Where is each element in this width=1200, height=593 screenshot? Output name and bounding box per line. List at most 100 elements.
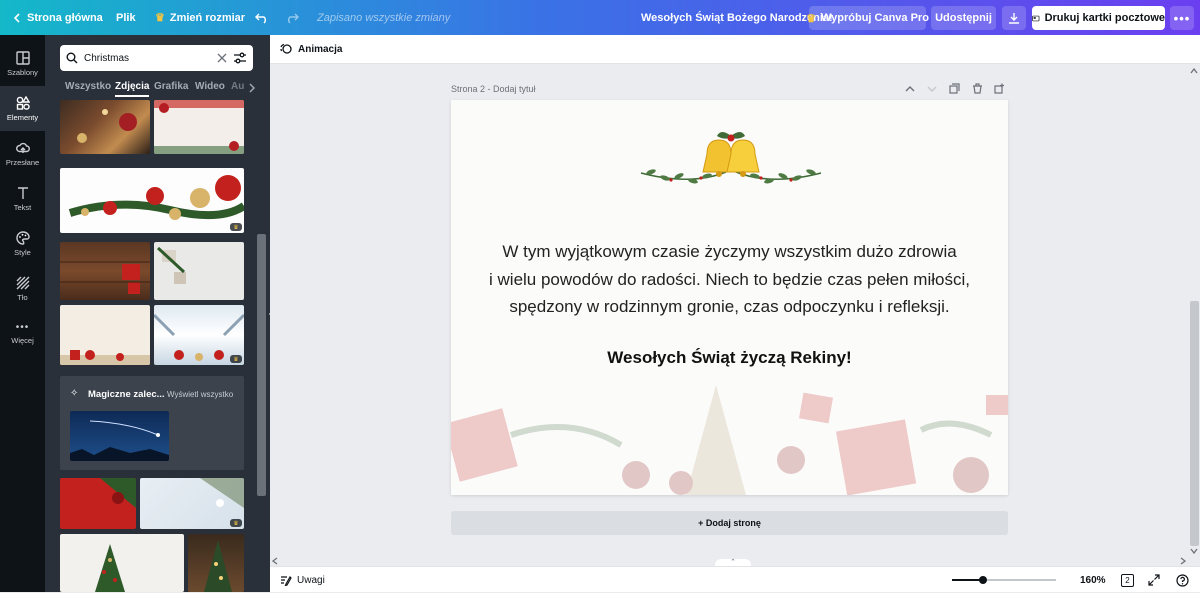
photo-thumbnail[interactable]	[154, 242, 244, 300]
tab-video[interactable]: Wideo	[195, 81, 225, 92]
filter-icon[interactable]	[233, 52, 247, 64]
more-dots-icon: •••	[1173, 10, 1191, 26]
download-button[interactable]	[1002, 6, 1026, 30]
top-toolbar: Strona główna Plik ♛ Zmień rozmiar Zapis…	[0, 0, 1200, 35]
photo-thumbnail[interactable]	[154, 100, 244, 154]
bottom-toolbar: Uwagi 160% 2	[270, 566, 1200, 592]
tab-graphics[interactable]: Grafika	[154, 81, 188, 92]
search-input[interactable]: Christmas	[84, 53, 211, 64]
help-button[interactable]	[1176, 567, 1189, 593]
expand-icon	[1148, 574, 1160, 586]
animation-icon	[280, 43, 292, 54]
tab-all[interactable]: Wszystko	[65, 81, 111, 92]
rail-label: Style	[14, 247, 31, 257]
undo-button[interactable]	[255, 0, 269, 35]
message-line: W tym wyjątkowym czasie życzymy wszystki…	[502, 242, 957, 261]
view-all-link[interactable]: Wyświetl wszystko	[167, 390, 233, 399]
print-postcards-button[interactable]: Drukuj kartki pocztowe	[1032, 6, 1165, 30]
editor-canvas: Animacja Strona 2 - Dodaj tytuł W tym wy…	[270, 35, 1200, 592]
elements-panel: Christmas Wszystko Zdjęcia Grafika Wideo…	[45, 35, 270, 592]
templates-icon	[15, 50, 30, 65]
scrollbar-thumb[interactable]	[1190, 301, 1199, 546]
tab-photos[interactable]: Zdjęcia	[115, 81, 150, 97]
magic-sparkle-icon: ✧	[70, 388, 79, 399]
signature-text[interactable]: Wesołych Świąt życzą Rekiny!	[451, 348, 1008, 368]
photo-thumbnail[interactable]	[60, 305, 150, 365]
more-options-button[interactable]: •••	[1170, 6, 1194, 30]
scroll-down-icon[interactable]	[1190, 548, 1198, 554]
duplicate-page-icon[interactable]	[949, 83, 960, 94]
chevron-right-icon[interactable]	[248, 83, 256, 93]
zoom-level[interactable]: 160%	[1080, 567, 1106, 593]
chevron-up-icon[interactable]	[905, 85, 915, 93]
crown-icon: ♛	[806, 12, 816, 25]
undo-icon	[255, 13, 266, 24]
search-box[interactable]: Christmas	[60, 45, 253, 71]
scroll-left-icon[interactable]	[272, 557, 278, 565]
add-page-icon[interactable]	[994, 83, 1005, 94]
rail-label: Tekst	[13, 202, 32, 212]
rail-item-elements[interactable]: Elementy	[0, 86, 45, 131]
photo-content	[68, 175, 244, 220]
elements-icon	[16, 95, 30, 110]
design-page[interactable]: W tym wyjątkowym czasie życzymy wszystki…	[451, 100, 1008, 495]
photo-thumbnail[interactable]: ♛	[140, 478, 244, 529]
rail-item-more[interactable]: ••• Więcej	[0, 311, 45, 356]
save-status: Zapisano wszystkie zmiany	[317, 11, 451, 24]
magic-recommendations: ✧ Magiczne zalec... Wyświetl wszystko	[60, 376, 244, 470]
rail-item-templates[interactable]: Szablony	[0, 41, 45, 86]
canvas-scrollbar[interactable]	[1188, 66, 1200, 556]
rail-label: Elementy	[6, 112, 39, 122]
photo-content	[60, 261, 150, 294]
rail-item-styles[interactable]: Style	[0, 221, 45, 266]
add-page-button[interactable]: + Dodaj stronę	[451, 511, 1008, 535]
magic-title: Magiczne zalec...	[88, 389, 165, 400]
rail-item-uploads[interactable]: Przesłane	[0, 131, 45, 176]
photo-thumbnail[interactable]	[188, 534, 244, 592]
rail-item-background[interactable]: Tło	[0, 266, 45, 311]
photo-thumbnail[interactable]	[60, 100, 150, 154]
rail-label: Tło	[17, 292, 28, 302]
text-icon	[17, 186, 28, 199]
panel-scrollbar[interactable]	[257, 234, 266, 496]
trash-icon[interactable]	[972, 83, 983, 94]
photo-thumbnail[interactable]	[60, 534, 184, 592]
animation-button[interactable]: Animacja	[298, 44, 342, 55]
photo-content	[100, 478, 136, 508]
fullscreen-button[interactable]	[1148, 567, 1160, 593]
photo-content	[204, 540, 232, 592]
resize-button[interactable]: ♛ Zmień rozmiar	[155, 0, 245, 35]
page-count-button[interactable]: 2	[1121, 567, 1134, 593]
scroll-right-icon[interactable]	[1180, 557, 1186, 565]
photo-thumbnail[interactable]: ♛	[154, 305, 244, 365]
chevron-down-icon[interactable]	[927, 85, 937, 93]
redo-button[interactable]	[285, 0, 299, 35]
share-button[interactable]: Udostępnij	[931, 6, 996, 30]
try-pro-button[interactable]: ♛ Wypróbuj Canva Pro	[806, 6, 929, 30]
file-menu-button[interactable]: Plik	[116, 0, 136, 35]
christmas-bells-decoration[interactable]	[631, 128, 831, 198]
zoom-slider-knob[interactable]	[979, 576, 988, 584]
notes-button[interactable]: Uwagi	[280, 567, 325, 593]
scroll-up-icon[interactable]	[1190, 68, 1198, 74]
photo-content	[200, 478, 244, 508]
design-title[interactable]: Wesołych Świąt Bożego Narodzenia!	[641, 0, 833, 35]
greeting-message[interactable]: W tym wyjątkowym czasie życzymy wszystki…	[451, 238, 1008, 321]
share-label: Udostępnij	[935, 12, 992, 24]
photo-thumbnail[interactable]	[60, 242, 150, 300]
photo-content	[154, 100, 244, 154]
page-title[interactable]: Strona 2 - Dodaj tytuł	[451, 84, 536, 94]
photo-thumbnail[interactable]: ♛	[60, 168, 244, 233]
print-label: Drukuj kartki pocztowe	[1044, 12, 1165, 24]
crown-icon: ♛	[155, 12, 165, 24]
photo-thumbnail[interactable]	[60, 478, 136, 529]
rail-item-text[interactable]: Tekst	[0, 176, 45, 221]
tab-audio[interactable]: Au	[231, 81, 244, 92]
home-button[interactable]: Strona główna	[12, 0, 103, 35]
background-icon	[16, 276, 29, 289]
zoom-slider[interactable]	[952, 576, 1056, 584]
photo-thumbnail[interactable]	[70, 411, 169, 461]
message-line: i wielu powodów do radości. Niech to będ…	[489, 269, 970, 289]
photo-content	[60, 350, 150, 365]
clear-search-icon[interactable]	[217, 53, 227, 63]
